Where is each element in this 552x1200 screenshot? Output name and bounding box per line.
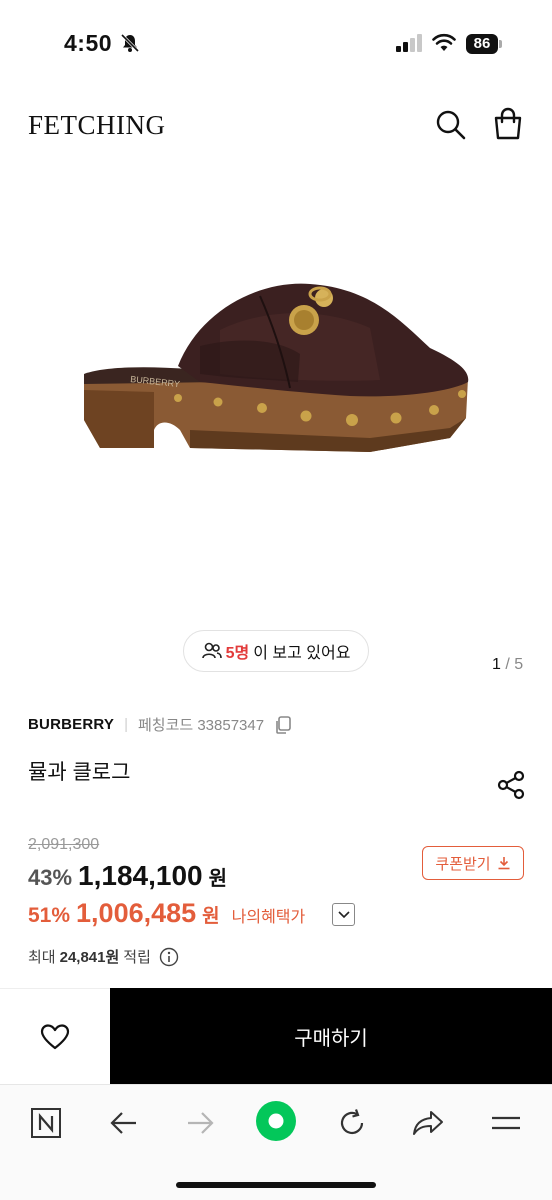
product-name: 뮬과 클로그 <box>28 761 131 784</box>
battery-level: 86 <box>466 34 498 54</box>
benefit-expand-button[interactable] <box>332 903 355 926</box>
original-price: 2,091,300 <box>28 836 100 853</box>
sale-price-row: 43% 1,184,100 원 <box>28 860 227 892</box>
fetching-code: 페칭코드 33857347 <box>137 717 265 734</box>
battery-tip <box>499 40 502 48</box>
battery-indicator: 86 <box>466 34 502 54</box>
discount-rate: 43% <box>28 865 73 890</box>
viewers-count: 5명 <box>225 645 250 662</box>
bell-slash-icon <box>120 33 140 53</box>
viewers-badge: 5명 이 보고 있어요 <box>183 630 369 672</box>
share-arrow-icon <box>413 1111 443 1135</box>
signal-icon <box>396 34 422 52</box>
menu-button[interactable] <box>486 1103 526 1143</box>
home-indicator <box>176 1182 376 1188</box>
brand-name[interactable]: BURBERRY <box>28 716 114 733</box>
sale-price: 1,184,100 <box>78 860 203 891</box>
points-prefix: 최대 <box>28 949 56 966</box>
search-icon[interactable] <box>434 108 468 142</box>
status-time: 4:50 <box>64 30 113 56</box>
my-currency-unit: 원 <box>202 906 220 927</box>
my-benefit-price: 1,006,485 <box>76 898 197 928</box>
share-icon[interactable] <box>496 770 526 800</box>
forward-button[interactable] <box>180 1103 220 1143</box>
my-benefit-price-row: 51% 1,006,485 원 나의혜택가 <box>28 898 305 929</box>
points-value: 24,841원 <box>59 949 120 966</box>
fetching-logo[interactable]: FETCHING <box>28 110 166 141</box>
currency-unit: 원 <box>208 868 228 890</box>
my-discount-rate: 51% <box>28 904 71 927</box>
naver-green-button[interactable] <box>254 1099 298 1143</box>
wishlist-button[interactable] <box>0 988 110 1084</box>
heart-icon <box>40 1023 70 1049</box>
points-row: 최대 24,841원 적립 <box>28 946 179 967</box>
coupon-button[interactable]: 쿠폰받기 <box>422 846 524 880</box>
info-icon[interactable] <box>159 947 179 967</box>
status-bar: 4:50 86 <box>0 0 552 90</box>
people-icon <box>201 642 222 659</box>
my-benefit-label: 나의혜택가 <box>231 909 306 926</box>
copy-icon[interactable] <box>274 715 292 734</box>
viewers-text: 이 보고 있어요 <box>253 645 351 662</box>
buy-button[interactable]: 구매하기 <box>110 988 552 1084</box>
chevron-down-icon <box>337 910 350 918</box>
image-counter-total: / 5 <box>505 656 524 673</box>
refresh-button[interactable] <box>332 1103 372 1143</box>
share-page-button[interactable] <box>408 1103 448 1143</box>
refresh-icon <box>340 1109 364 1135</box>
naver-home-button[interactable] <box>26 1103 66 1143</box>
app-header: FETCHING <box>0 96 552 152</box>
coupon-label: 쿠폰받기 <box>435 855 491 873</box>
back-arrow-icon <box>110 1112 136 1134</box>
divider: | <box>124 716 128 733</box>
points-suffix: 적립 <box>123 949 151 966</box>
download-icon <box>498 857 510 870</box>
purchase-bar: 구매하기 <box>0 988 552 1084</box>
image-counter-current: 1 <box>492 656 501 673</box>
green-dot-icon <box>256 1101 296 1141</box>
product-image: BURBERRY <box>84 283 469 452</box>
wifi-icon <box>432 33 456 51</box>
brand-row: BURBERRY | 페칭코드 33857347 <box>28 714 292 735</box>
shopping-bag-icon[interactable] <box>490 106 526 142</box>
menu-icon <box>492 1116 520 1130</box>
image-counter: 1 / 5 <box>492 656 523 674</box>
back-button[interactable] <box>104 1103 144 1143</box>
forward-arrow-icon <box>188 1112 214 1134</box>
naver-n-icon <box>31 1108 61 1138</box>
